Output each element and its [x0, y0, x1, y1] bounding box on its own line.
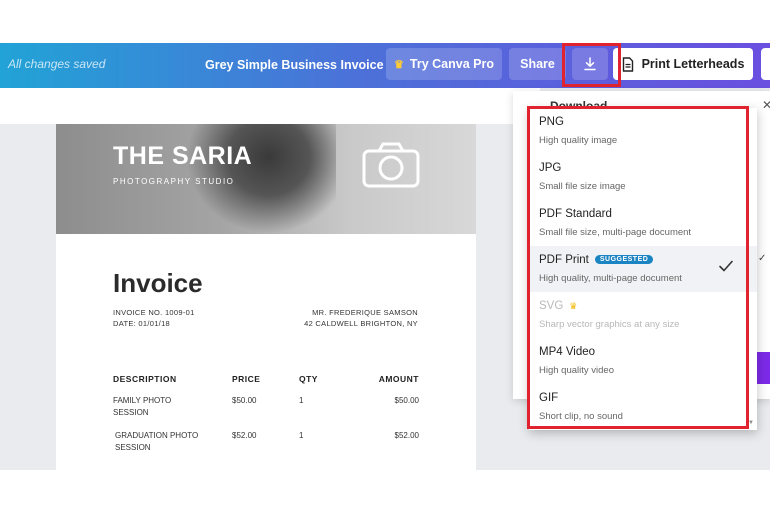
column-header-qty: QTY: [299, 374, 318, 384]
column-header-description: DESCRIPTION: [113, 374, 177, 384]
print-letterheads-label: Print Letterheads: [641, 57, 745, 71]
invoice-page[interactable]: THE SARIA PHOTOGRAPHY STUDIO Invoice INV…: [56, 124, 476, 470]
row-description-line: SESSION: [113, 408, 149, 417]
editor-toolbar: All changes saved Grey Simple Business I…: [0, 43, 770, 88]
print-letterheads-button[interactable]: Print Letterheads: [613, 48, 753, 80]
file-type-list-highlight: [527, 106, 749, 429]
try-canva-pro-label: Try Canva Pro: [409, 57, 494, 71]
save-status: All changes saved: [8, 57, 106, 71]
row-description-line: FAMILY PHOTO: [113, 396, 172, 405]
row-qty: 1: [299, 396, 304, 405]
close-icon[interactable]: ✕: [762, 98, 770, 112]
row-qty: 1: [299, 431, 304, 440]
crown-icon: ♛: [394, 58, 404, 71]
download-confirm-button[interactable]: [756, 352, 770, 384]
client-name: MR. FREDERIQUE SAMSON: [312, 308, 418, 317]
column-header-price: PRICE: [232, 374, 261, 384]
top-strip: [0, 0, 770, 43]
row-price: $52.00: [232, 431, 257, 440]
try-canva-pro-button[interactable]: ♛ Try Canva Pro: [386, 48, 502, 80]
brand-name: THE SARIA: [113, 142, 253, 170]
more-button[interactable]: [761, 48, 770, 80]
chevron-down-icon[interactable]: ✓: [758, 253, 766, 264]
row-description: FAMILY PHOTO SESSION: [113, 395, 171, 419]
row-amount: $52.00: [394, 431, 419, 440]
document-title[interactable]: Grey Simple Business Invoice: [205, 58, 384, 72]
invoice-title: Invoice: [113, 268, 203, 298]
share-button[interactable]: Share: [509, 48, 566, 80]
canvas-top-band: [0, 88, 540, 124]
download-button-highlight: [562, 43, 621, 87]
document-icon: [622, 56, 633, 72]
row-description-line: SESSION: [115, 443, 151, 452]
column-header-amount: AMOUNT: [378, 374, 419, 384]
row-amount: $50.00: [394, 396, 419, 405]
row-price: $50.00: [232, 396, 257, 405]
bottom-strip: [0, 470, 770, 513]
invoice-number: INVOICE NO. 1009-01: [113, 308, 195, 317]
invoice-date: DATE: 01/01/18: [113, 319, 171, 328]
row-description-line: GRADUATION PHOTO: [115, 431, 199, 440]
client-address: 42 CALDWELL BRIGHTON, NY: [304, 319, 418, 328]
brand-tagline: PHOTOGRAPHY STUDIO: [113, 177, 235, 186]
row-description: GRADUATION PHOTO SESSION: [115, 430, 198, 454]
camera-icon: [362, 142, 420, 188]
